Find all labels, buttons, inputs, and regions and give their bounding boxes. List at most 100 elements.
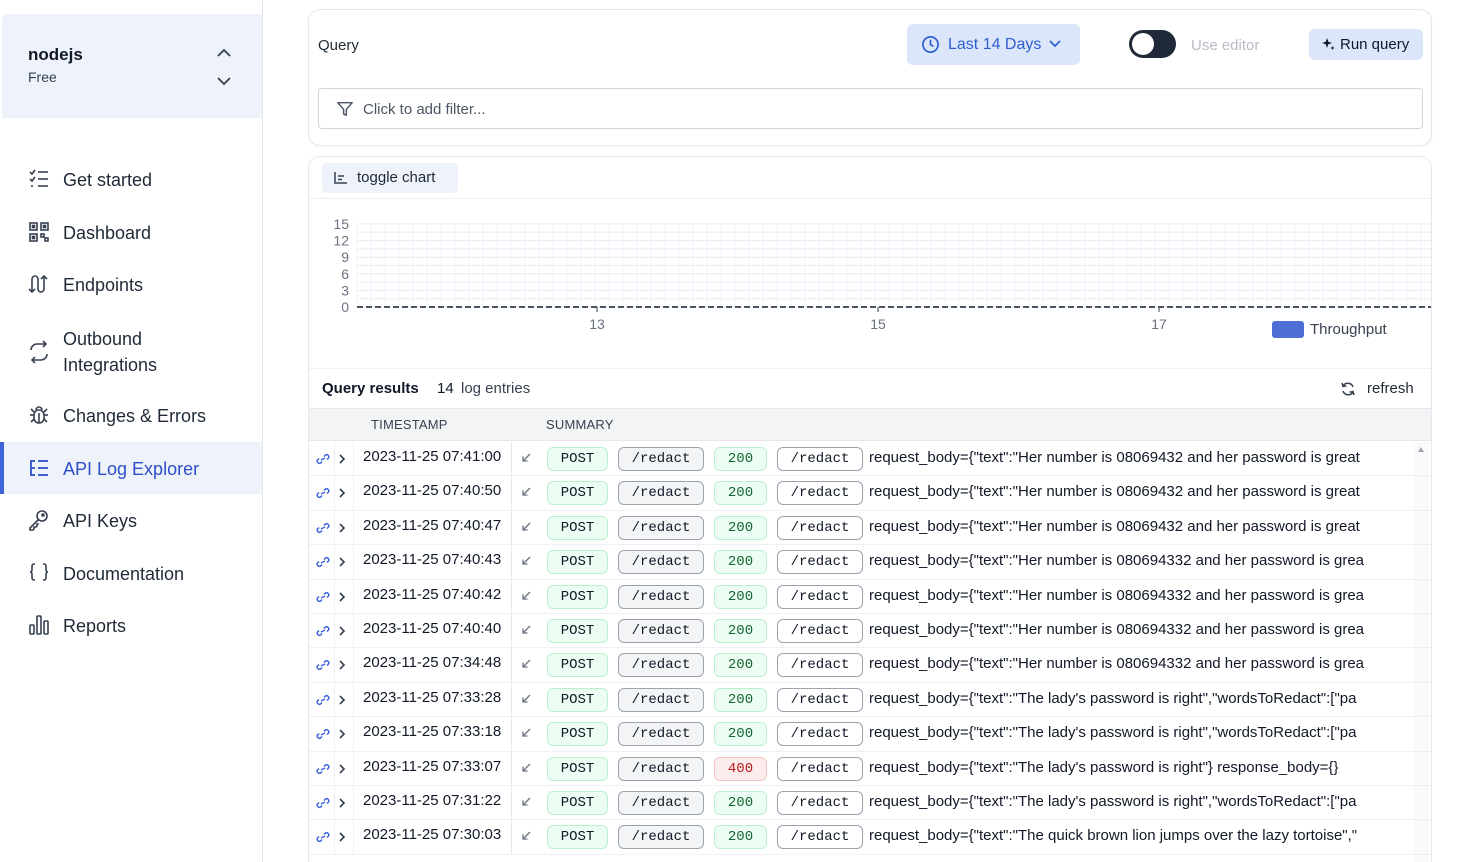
sidebar-item-endpoints[interactable]: Endpoints [0, 272, 262, 298]
chevron-right-icon[interactable] [338, 556, 346, 568]
link-icon[interactable] [316, 728, 330, 740]
divider [353, 545, 354, 579]
table-row[interactable]: 2023-11-25 07:30:03 POST/redact 200/redact… [309, 820, 1431, 855]
chevron-right-icon[interactable] [338, 694, 346, 706]
path-badge: /redact [618, 687, 704, 712]
sidebar-item-dashboard[interactable]: Dashboard [0, 220, 262, 246]
endpoints-icon [28, 274, 48, 294]
link-icon[interactable] [316, 453, 330, 465]
sidebar-item-changes-errors[interactable]: Changes & Errors [0, 403, 262, 429]
incoming-arrow-icon [522, 831, 531, 841]
sidebar-item-label: API Log Explorer [63, 459, 200, 479]
sidebar-item-label: API Keys [63, 511, 138, 531]
date-range-button[interactable]: Last 14 Days [907, 24, 1080, 65]
incoming-arrow-icon [522, 797, 531, 806]
status-badge: 200 [714, 515, 767, 540]
chevron-right-icon[interactable] [338, 659, 346, 671]
incoming-arrow-icon [522, 728, 531, 737]
y-tick-label: 9 [341, 249, 349, 265]
y-tick-label: 3 [341, 282, 349, 298]
column-header-summary[interactable]: SUMMARY [546, 417, 614, 432]
table-row[interactable]: 2023-11-25 07:40:42 POST/redact 200/redact… [309, 579, 1431, 614]
sidebar-item-label: Outbound Integrations [63, 329, 158, 375]
path-badge: /redact [618, 481, 704, 506]
chevron-up-icon[interactable] [214, 46, 234, 60]
table-row[interactable]: 2023-11-25 07:33:18 POST/redact 200/redact… [309, 717, 1431, 752]
table-row[interactable]: 2023-11-25 07:40:50 POST/redact 200/redact… [309, 476, 1431, 511]
column-header-timestamp[interactable]: TIMESTAMP [371, 417, 448, 432]
link-icon[interactable] [316, 763, 330, 775]
sidebar-item-reports[interactable]: Reports [0, 613, 262, 639]
divider [334, 786, 335, 820]
divider [334, 614, 335, 648]
method-badge: POST [547, 619, 608, 643]
sidebar-item-documentation[interactable]: Documentation [0, 561, 262, 587]
throughput-chart: 0369121513 15 17 Throughput [333, 216, 1431, 338]
chevron-right-icon[interactable] [338, 625, 346, 637]
row-timestamp: 2023-11-25 07:33:28 [363, 688, 502, 706]
status-badge: 200 [714, 481, 767, 506]
status-badge: 400 [714, 756, 767, 781]
status-badge: 200 [714, 619, 767, 643]
chevron-right-icon[interactable] [338, 522, 346, 534]
method-badge: POST [547, 447, 608, 471]
chevron-right-icon[interactable] [338, 487, 346, 499]
table-row[interactable]: 2023-11-25 07:40:40 POST/redact 200/redact… [309, 614, 1431, 649]
chevron-right-icon[interactable] [338, 591, 346, 603]
project-switcher[interactable]: nodejs Free [2, 14, 262, 118]
table-row[interactable]: 2023-11-25 07:41:00 POST/redact 200/redact… [309, 442, 1431, 477]
link-icon[interactable] [316, 694, 330, 706]
table-row[interactable]: 2023-11-25 07:40:47 POST/redact 200/redact… [309, 510, 1431, 546]
chevron-right-icon[interactable] [338, 728, 346, 740]
sidebar-item-label: Changes & Errors [63, 406, 207, 426]
filter-input[interactable] [363, 97, 1263, 121]
row-summary: request_body={"text":"The lady's passwor… [869, 793, 1357, 810]
table-row[interactable]: 2023-11-25 07:33:07 POST/redact 400/redact… [309, 751, 1431, 786]
filter-bar[interactable] [318, 88, 1423, 129]
chevron-down-icon[interactable] [214, 74, 234, 88]
method-badge: POST [547, 756, 608, 781]
table-row[interactable]: 2023-11-25 07:31:22 POST/redact 200/redact… [309, 786, 1431, 821]
toggle-chart-button[interactable]: toggle chart [322, 163, 458, 193]
status-badge: 200 [714, 447, 767, 471]
table-row[interactable]: 2023-11-25 07:33:28 POST/redact 200/redact… [309, 682, 1431, 718]
row-summary: request_body={"text":"Her number is 0806… [869, 517, 1360, 535]
incoming-arrow-icon [522, 694, 531, 703]
link-icon[interactable] [316, 797, 330, 809]
route-badge: /redact [777, 756, 863, 781]
chevron-right-icon[interactable] [338, 763, 346, 775]
run-query-button[interactable]: Run query [1309, 29, 1423, 60]
status-badge: 200 [714, 722, 767, 747]
chevron-right-icon[interactable] [338, 453, 346, 465]
y-tick-label: 6 [341, 266, 349, 282]
x-tick-label: 15 [870, 316, 886, 332]
table-row[interactable]: 2023-11-25 07:40:43 POST/redact 200/redact… [309, 545, 1431, 580]
sidebar-item-get-started[interactable]: Get started [0, 167, 262, 193]
row-timestamp: 2023-11-25 07:34:48 [363, 654, 502, 672]
chevron-right-icon[interactable] [338, 831, 346, 843]
link-icon[interactable] [316, 625, 330, 637]
use-editor-toggle[interactable] [1129, 30, 1176, 58]
incoming-arrow-icon [522, 556, 531, 565]
link-icon[interactable] [316, 522, 330, 534]
divider [334, 820, 335, 854]
row-timestamp: 2023-11-25 07:31:22 [363, 792, 502, 809]
divider [353, 820, 354, 854]
link-icon[interactable] [316, 659, 330, 671]
method-badge: POST [547, 550, 608, 575]
sidebar-item-outbound-integrations[interactable]: Outbound Integrations [0, 326, 262, 378]
link-icon[interactable] [316, 831, 330, 843]
sidebar-item-api-log-explorer[interactable]: API Log Explorer [0, 442, 262, 494]
divider [334, 476, 335, 510]
divider [334, 717, 335, 751]
sidebar: nodejs Free Get started Dashboard Endpoi… [0, 0, 263, 862]
divider [511, 545, 512, 579]
sidebar-item-api-keys[interactable]: API Keys [0, 508, 262, 534]
link-icon[interactable] [316, 556, 330, 568]
chevron-right-icon[interactable] [338, 797, 346, 809]
table-row[interactable]: 2023-11-25 07:34:48 POST/redact 200/redact… [309, 648, 1431, 683]
refresh-icon [1341, 382, 1355, 396]
link-icon[interactable] [316, 487, 330, 499]
link-icon[interactable] [316, 591, 330, 603]
incoming-arrow-icon [522, 453, 531, 462]
